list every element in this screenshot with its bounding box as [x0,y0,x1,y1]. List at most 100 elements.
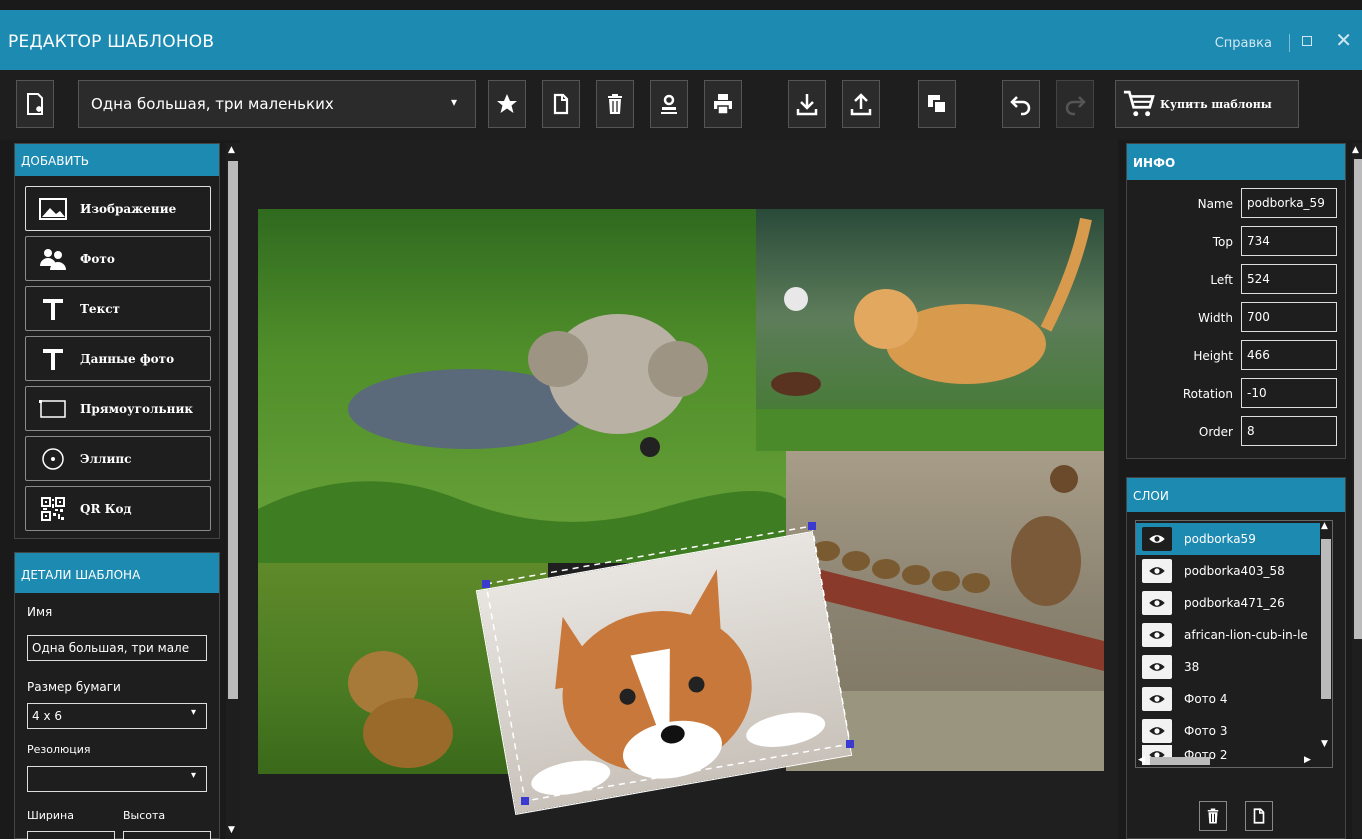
template-select[interactable]: Одна большая, три маленьких ▾ [78,80,476,128]
copy-button[interactable] [542,80,580,128]
design-canvas[interactable] [240,140,1118,839]
add-photo-data-button[interactable]: Данные фото [25,336,211,381]
import-button[interactable] [788,80,826,128]
info-height-input[interactable]: 466 [1241,340,1337,370]
layers-icon [928,95,947,114]
layer-name: african-lion-cub-in-le [1184,628,1308,642]
add-photo-data-label: Данные фото [80,351,175,366]
delete-layer-button[interactable] [1199,801,1227,831]
undo-icon [1010,96,1031,116]
layer-row[interactable]: Фото 3 [1136,715,1320,747]
eye-icon[interactable] [1142,719,1172,743]
layer-row[interactable]: Фото 4 [1136,683,1320,715]
copy-icon [553,93,569,115]
scroll-down-icon[interactable]: ▼ [1321,739,1328,749]
eye-icon[interactable] [1142,687,1172,711]
delete-button[interactable] [596,80,634,128]
resize-handle[interactable] [808,522,816,530]
layer-row[interactable]: podborka471_26 [1136,587,1320,619]
layer-name: Фото 4 [1184,692,1228,706]
new-template-button[interactable] [16,80,54,128]
new-template-icon [27,93,43,115]
scroll-right-icon[interactable]: ▶ [1304,755,1311,765]
resize-handle[interactable] [521,797,529,805]
trash-icon [608,94,622,114]
height-label: Высота [123,809,166,822]
left-scrollbar[interactable]: ▲ ▼ [226,143,240,839]
scroll-up-icon[interactable]: ▲ [1321,521,1328,531]
left-scroll-thumb[interactable] [228,161,238,699]
add-photo-label: Фото [80,251,115,266]
favorite-button[interactable] [488,80,526,128]
layer-name: podborka471_26 [1184,596,1285,610]
layer-row[interactable]: african-lion-cub-in-le [1136,619,1320,651]
layer-row[interactable]: podborka59 [1136,523,1320,555]
add-qr-button[interactable]: QR Код [25,486,211,531]
undo-button[interactable] [1002,80,1040,128]
eye-icon[interactable] [1142,559,1172,583]
people-icon [38,246,68,272]
layer-name: podborka403_58 [1184,564,1285,578]
width-label: Ширина [27,809,74,822]
layers-horizontal-scrollbar[interactable]: ◀ ▶ [1136,755,1320,767]
add-panel: ДОБАВИТЬ Изображение Фото Текст Данные ф… [14,143,220,539]
maximize-icon[interactable] [1302,36,1312,46]
add-panel-header: ДОБАВИТЬ [15,144,219,176]
text-icon [38,346,68,372]
info-width-input[interactable]: 700 [1241,302,1337,332]
layers-scroll-thumb[interactable] [1321,539,1331,699]
title-bar: РЕДАКТОР ШАБЛОНОВ Справка ✕ [0,10,1362,70]
eye-icon[interactable] [1142,591,1172,615]
add-ellipse-label: Эллипс [80,451,132,466]
stamp-button[interactable] [650,80,688,128]
scroll-left-icon[interactable]: ◀ [1138,755,1145,765]
eye-icon[interactable] [1142,655,1172,679]
right-scrollbar[interactable]: ▲ [1352,143,1362,839]
redo-button[interactable] [1056,80,1094,128]
layers-list[interactable]: podborka59 podborka403_58 podborka471_26… [1135,520,1333,768]
info-name-input[interactable]: podborka_59 [1241,188,1337,218]
info-rotation-input[interactable]: -10 [1241,378,1337,408]
info-name-label: Name [1197,197,1233,211]
layers-hscroll-thumb[interactable] [1150,757,1210,765]
resize-handle[interactable] [482,580,490,588]
redo-icon [1065,96,1086,116]
info-top-input[interactable]: 734 [1241,226,1337,256]
chevron-down-icon: ▾ [450,95,457,109]
copy-layer-button[interactable] [1245,801,1273,831]
resize-handle[interactable] [846,740,854,748]
right-scroll-thumb[interactable] [1354,159,1362,639]
stamp-icon [661,94,677,114]
chevron-down-icon: ▾ [190,770,196,781]
info-left-input[interactable]: 524 [1241,264,1337,294]
arrange-button[interactable] [918,80,956,128]
eye-icon[interactable] [1142,527,1172,551]
layers-panel: СЛОИ podborka59 podborka403_58 podborka4… [1126,477,1346,839]
paper-size-select[interactable]: 4 x 6 ▾ [27,703,207,729]
height-input[interactable] [123,831,211,839]
info-order-input[interactable]: 8 [1241,416,1337,446]
layer-row[interactable]: podborka403_58 [1136,555,1320,587]
add-image-label: Изображение [80,201,177,216]
scroll-up-icon[interactable]: ▲ [1352,145,1359,155]
export-button[interactable] [842,80,880,128]
scroll-up-icon[interactable]: ▲ [228,145,235,155]
help-link[interactable]: Справка [1215,36,1272,51]
resolution-select[interactable]: ▾ [27,766,207,792]
print-button[interactable] [704,80,742,128]
add-rectangle-button[interactable]: Прямоугольник [25,386,211,431]
layer-name: 38 [1184,660,1200,674]
add-text-button[interactable]: Текст [25,286,211,331]
layer-row[interactable]: 38 [1136,651,1320,683]
eye-icon[interactable] [1142,623,1172,647]
add-photo-button[interactable]: Фото [25,236,211,281]
width-input[interactable] [27,831,115,839]
add-ellipse-button[interactable]: Эллипс [25,436,211,481]
close-icon[interactable]: ✕ [1335,28,1352,52]
layers-vertical-scrollbar[interactable]: ▲ ▼ [1320,521,1332,751]
add-image-button[interactable]: Изображение [25,186,211,231]
buy-templates-button[interactable]: Купить шаблоны [1115,80,1299,128]
info-left-label: Left [1210,273,1233,287]
template-name-input[interactable]: Одна большая, три мале [27,635,207,661]
scroll-down-icon[interactable]: ▼ [228,825,235,835]
